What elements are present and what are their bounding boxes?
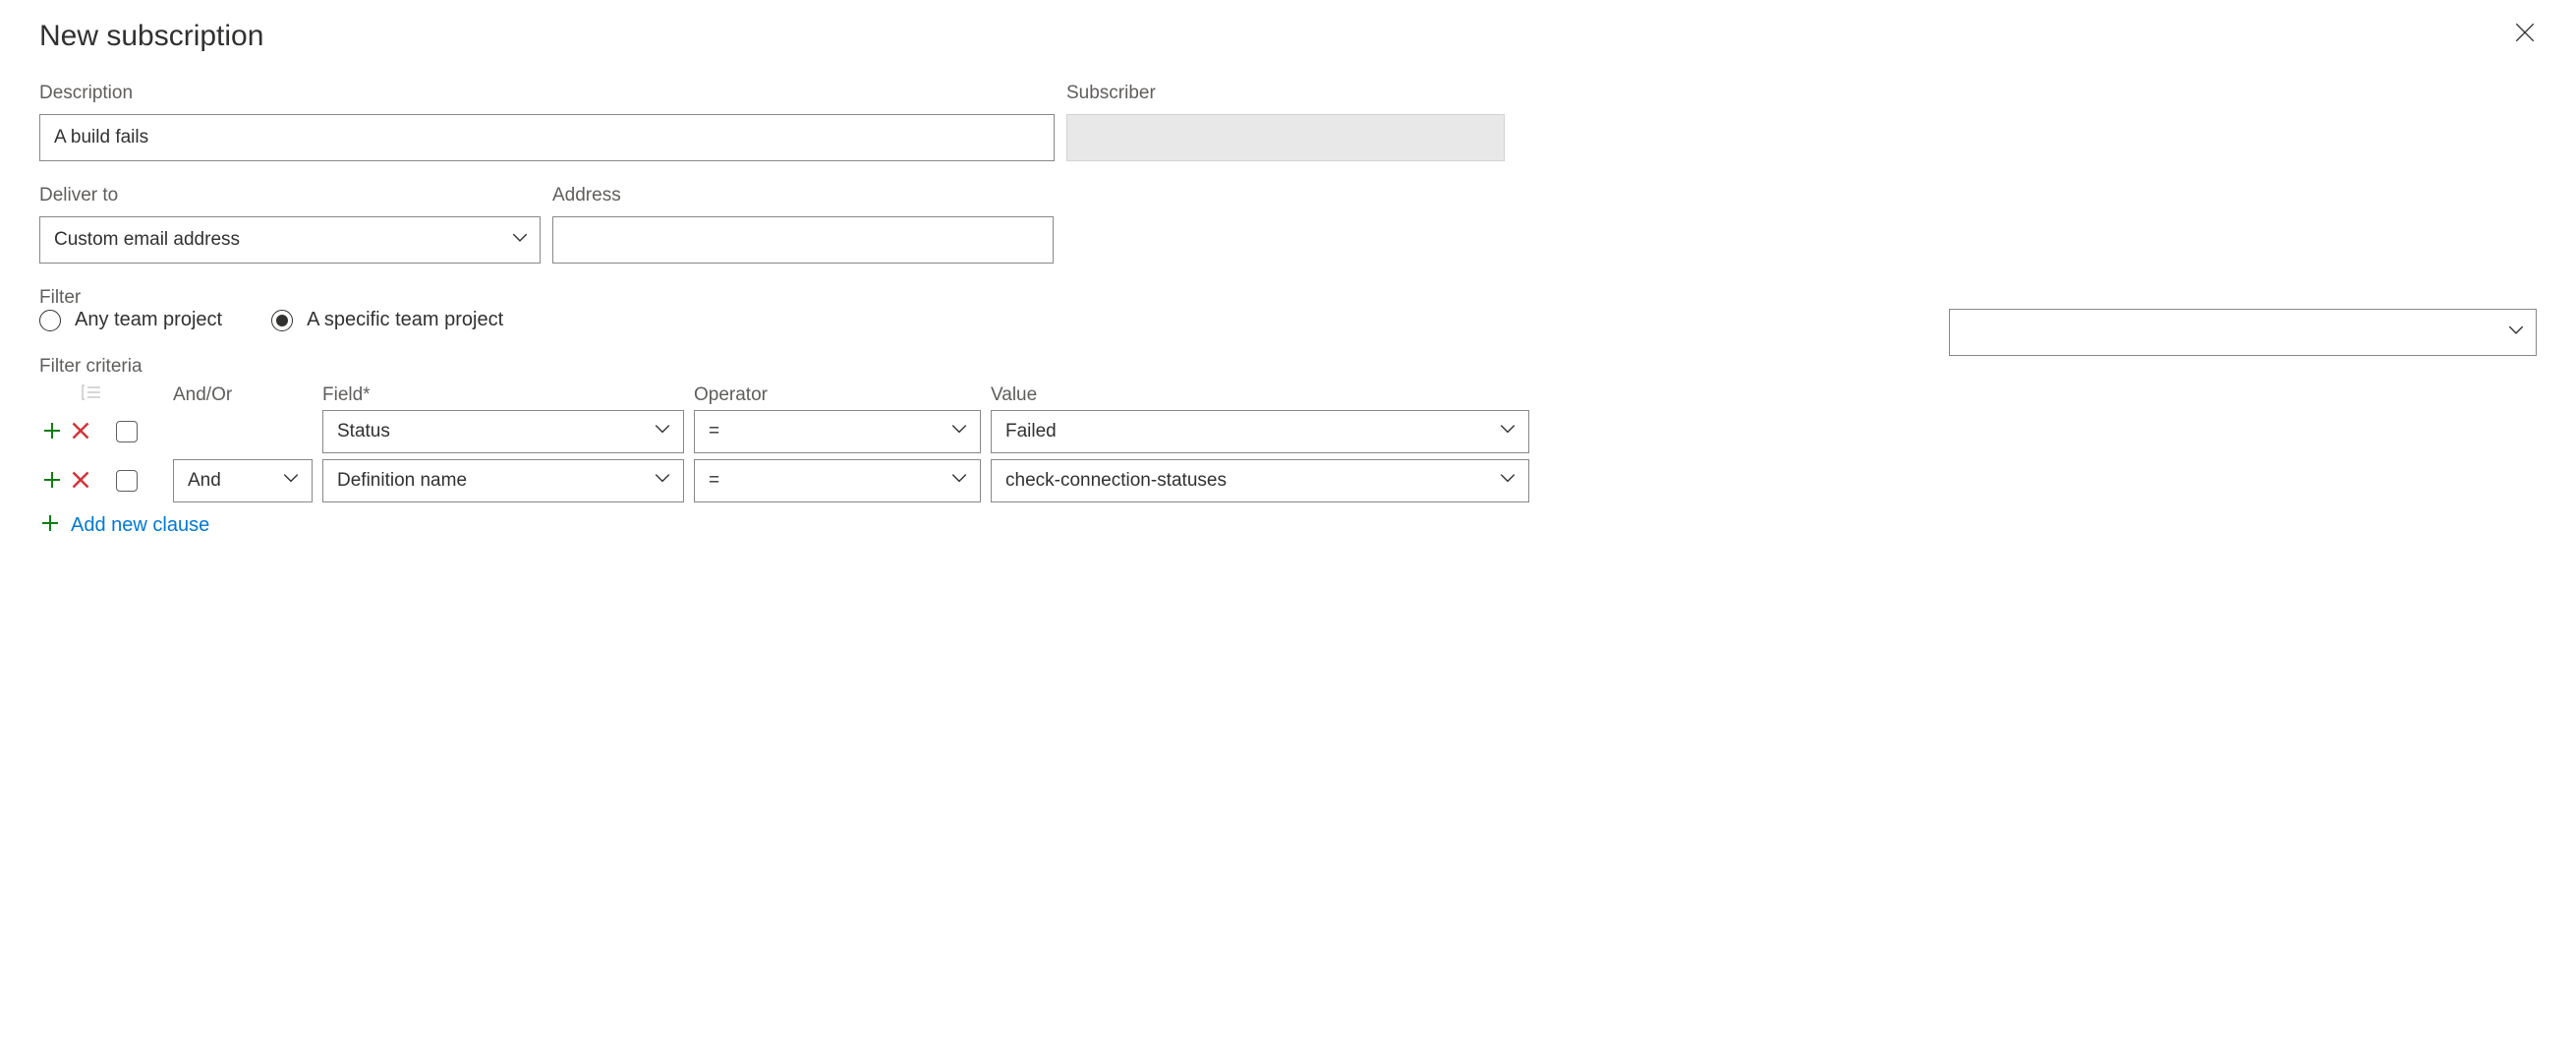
- description-input[interactable]: [39, 114, 1055, 161]
- subscriber-input: [1066, 114, 1505, 161]
- value-select[interactable]: Failed: [991, 410, 1529, 453]
- remove-row-button[interactable]: [69, 419, 92, 445]
- page-title: New subscription: [39, 20, 2537, 53]
- deliver-to-value: Custom email address: [54, 229, 240, 251]
- field-select[interactable]: Status: [322, 410, 684, 453]
- filter-label: Filter: [39, 287, 81, 308]
- close-button[interactable]: [2513, 22, 2537, 45]
- project-select[interactable]: [1949, 309, 2537, 356]
- chevron-down-icon: [950, 420, 968, 443]
- add-row-button[interactable]: [39, 418, 65, 446]
- chevron-down-icon: [282, 469, 300, 493]
- radio-icon: [271, 310, 293, 331]
- field-select[interactable]: Definition name: [322, 459, 684, 502]
- value-value: check-connection-statuses: [1005, 470, 1227, 492]
- remove-row-button[interactable]: [69, 468, 92, 495]
- chevron-down-icon: [654, 469, 671, 493]
- row-checkbox[interactable]: [116, 421, 138, 442]
- field-value: Definition name: [337, 470, 467, 492]
- header-andor: And/Or: [173, 384, 313, 406]
- add-clause-label: Add new clause: [71, 514, 209, 537]
- description-label: Description: [39, 83, 1055, 104]
- radio-icon: [39, 310, 61, 331]
- deliver-to-label: Deliver to: [39, 185, 541, 206]
- chevron-down-icon: [654, 420, 671, 443]
- value-select[interactable]: check-connection-statuses: [991, 459, 1529, 502]
- close-icon: [2515, 23, 2535, 45]
- header-value: Value: [991, 384, 1529, 406]
- chevron-down-icon: [950, 469, 968, 493]
- radio-any-label: Any team project: [75, 309, 222, 331]
- andor-select[interactable]: And: [173, 459, 313, 502]
- value-value: Failed: [1005, 421, 1057, 442]
- chevron-down-icon: [1499, 469, 1517, 493]
- operator-select[interactable]: =: [694, 410, 981, 453]
- criteria-row: Status = Failed: [39, 410, 2537, 453]
- chevron-down-icon: [1499, 420, 1517, 443]
- criteria-row: And Definition name = check-connection-s…: [39, 459, 2537, 502]
- operator-value: =: [709, 421, 719, 442]
- header-field: Field*: [322, 384, 684, 406]
- radio-any-project[interactable]: Any team project: [39, 309, 222, 331]
- group-icon: [81, 383, 102, 406]
- address-label: Address: [552, 185, 1054, 206]
- add-clause-button[interactable]: Add new clause: [39, 512, 2537, 539]
- x-icon: [71, 421, 90, 443]
- criteria-table: And/Or Field* Operator Value: [39, 383, 2537, 539]
- criteria-label: Filter criteria: [39, 356, 143, 377]
- field-value: Status: [337, 421, 390, 442]
- row-checkbox[interactable]: [116, 470, 138, 492]
- add-row-button[interactable]: [39, 467, 65, 496]
- plus-icon: [39, 512, 61, 539]
- x-icon: [71, 470, 90, 493]
- subscriber-label: Subscriber: [1066, 83, 1505, 104]
- andor-value: And: [188, 470, 221, 492]
- radio-specific-label: A specific team project: [307, 309, 503, 331]
- plus-icon: [41, 469, 63, 494]
- plus-icon: [41, 420, 63, 444]
- deliver-to-select[interactable]: Custom email address: [39, 216, 541, 264]
- header-operator: Operator: [694, 384, 981, 406]
- address-input[interactable]: [552, 216, 1054, 264]
- radio-specific-project[interactable]: A specific team project: [271, 309, 503, 331]
- operator-value: =: [709, 470, 719, 492]
- operator-select[interactable]: =: [694, 459, 981, 502]
